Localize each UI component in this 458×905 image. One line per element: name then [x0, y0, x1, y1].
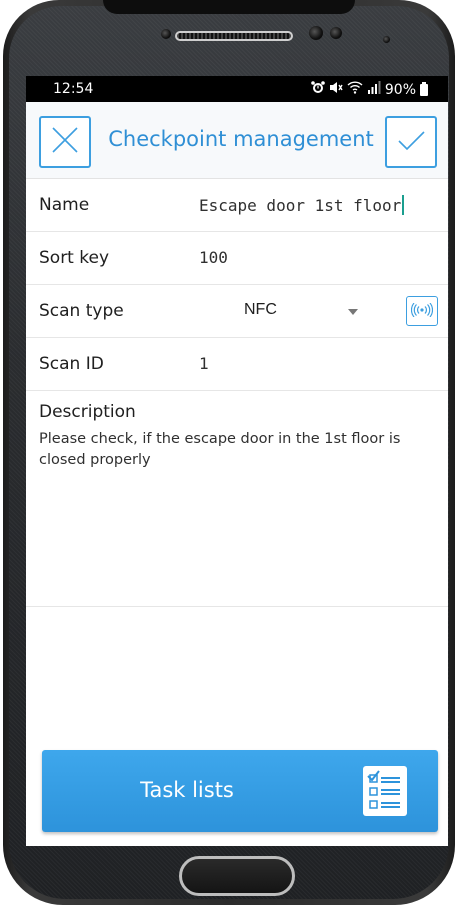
phone-frame: 12:54 90% Checkpoint management Name Esc…	[3, 0, 455, 905]
proximity-sensor	[330, 27, 342, 39]
scan-type-select[interactable]: NFC	[244, 301, 277, 319]
close-icon	[50, 125, 80, 159]
scan-id-label: Scan ID	[39, 354, 104, 374]
wifi-icon	[347, 81, 363, 98]
description-section: Description Please check, if the escape …	[26, 387, 448, 607]
app-header: Checkpoint management	[26, 102, 448, 179]
status-bar: 12:54 90%	[26, 76, 448, 102]
description-label: Description	[39, 402, 136, 422]
front-camera-icon	[309, 26, 323, 40]
page-title: Checkpoint management	[108, 127, 374, 151]
save-button[interactable]	[385, 116, 437, 168]
description-field[interactable]: Please check, if the escape door in the …	[39, 429, 439, 471]
signal-icon	[367, 81, 381, 98]
app-screen: 12:54 90% Checkpoint management Name Esc…	[26, 76, 448, 846]
mute-icon	[329, 81, 343, 98]
dropdown-arrow-icon[interactable]	[348, 309, 358, 315]
alarm-icon	[311, 81, 325, 98]
sort-key-row: Sort key 100	[26, 232, 448, 285]
sort-key-field[interactable]: 100	[199, 248, 228, 267]
task-lists-button[interactable]: Task lists	[42, 750, 438, 832]
light-sensor	[383, 36, 390, 43]
cancel-button[interactable]	[39, 116, 91, 168]
name-label: Name	[39, 195, 90, 215]
scan-type-row: Scan type NFC	[26, 285, 448, 338]
name-row: Name Escape door 1st floor	[26, 179, 448, 232]
home-button[interactable]	[179, 856, 295, 896]
checklist-icon	[363, 766, 407, 816]
scan-type-label: Scan type	[39, 301, 124, 321]
name-field[interactable]: Escape door 1st floor	[199, 195, 405, 215]
nfc-icon	[410, 302, 434, 321]
phone-top-edge	[103, 0, 355, 14]
task-lists-label: Task lists	[140, 778, 234, 802]
scan-id-field[interactable]: 1	[199, 354, 209, 373]
check-icon	[396, 125, 426, 159]
battery-icon	[420, 81, 428, 96]
front-sensor	[161, 29, 171, 39]
scan-id-row: Scan ID 1	[26, 338, 448, 391]
status-time: 12:54	[53, 81, 94, 97]
sort-key-label: Sort key	[39, 248, 110, 268]
text-cursor	[402, 195, 405, 215]
earpiece-speaker	[175, 31, 293, 41]
battery-percent: 90%	[384, 81, 416, 98]
name-value: Escape door 1st floor	[199, 196, 402, 215]
status-icons: 90%	[311, 81, 428, 98]
nfc-scan-button[interactable]	[406, 296, 438, 326]
